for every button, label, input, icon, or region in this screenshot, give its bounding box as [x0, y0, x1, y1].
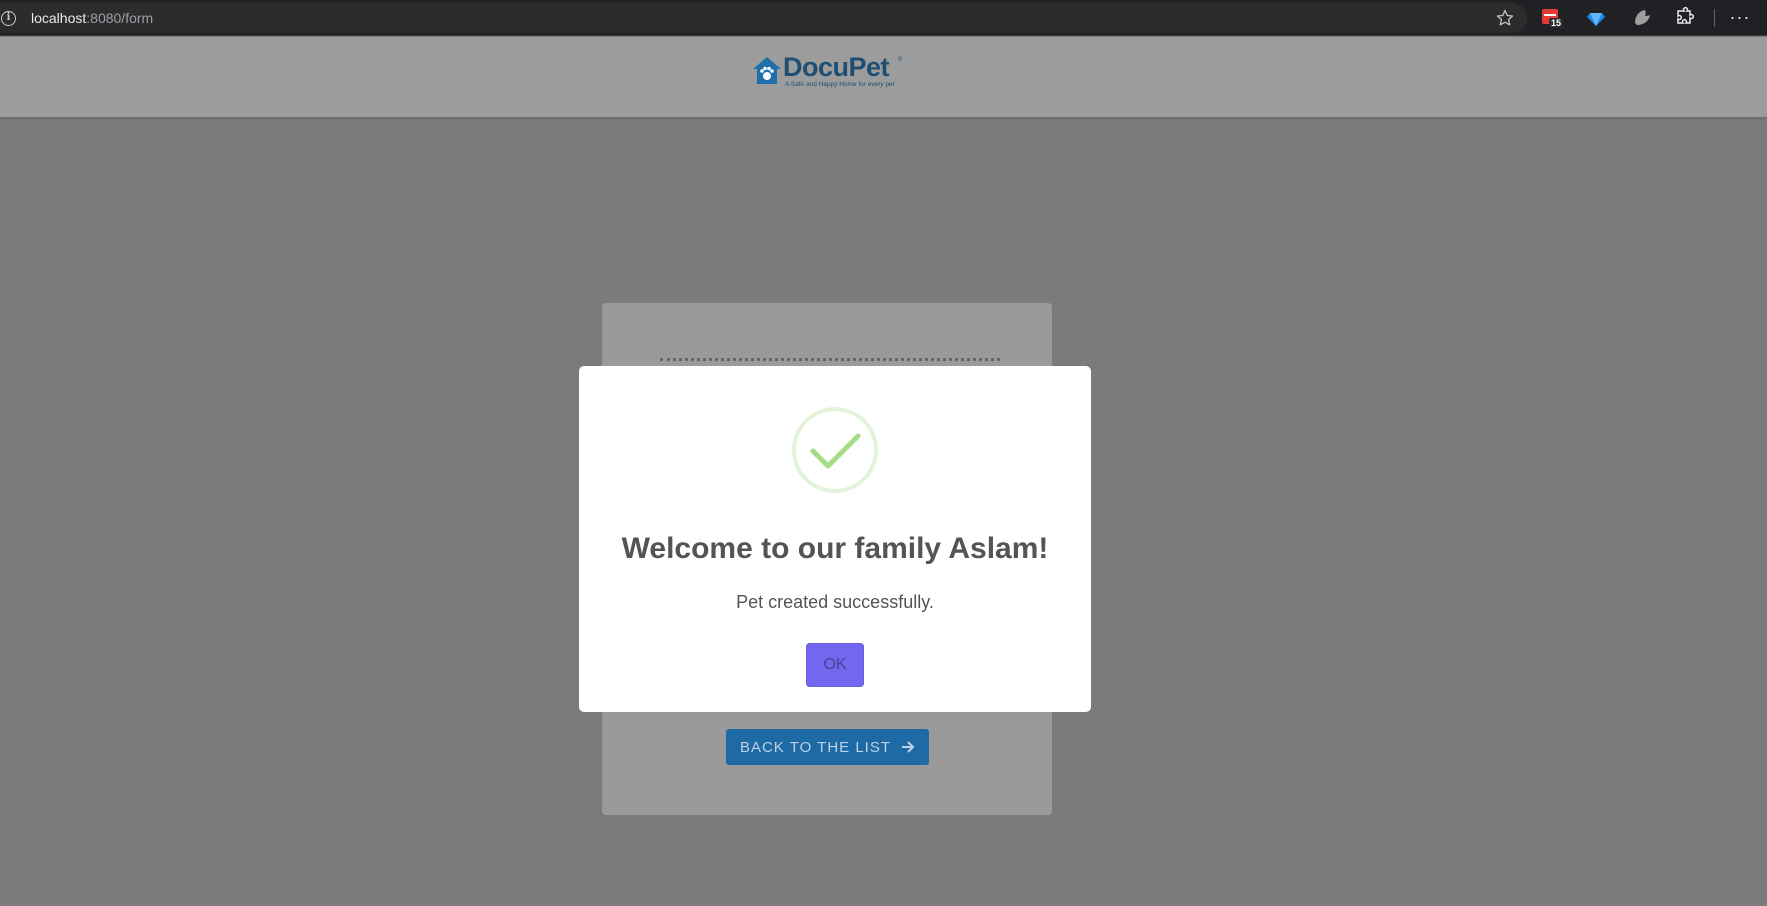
calendar-extension-icon[interactable]: 15 [1540, 6, 1564, 30]
trademark-icon: ® [898, 57, 903, 63]
url-text[interactable]: localhost:8080/form [31, 10, 153, 26]
browser-toolbar: i localhost:8080/form 15 ··· [0, 0, 1767, 36]
gem-extension-icon[interactable] [1584, 6, 1608, 30]
success-check-icon [792, 407, 878, 493]
more-menu-icon[interactable]: ··· [1728, 6, 1752, 30]
back-to-list-label: BACK TO THE LIST [739, 738, 892, 756]
toolbar-divider [1714, 9, 1715, 27]
dialog-message: Pet created successfully. [736, 592, 934, 612]
extensions-puzzle-icon[interactable] [1672, 6, 1696, 30]
docupet-logo[interactable]: DocuPet ® A Safe and Happy Home for ever… [751, 52, 903, 93]
app-header: DocuPet ® A Safe and Happy Home for ever… [0, 37, 1767, 117]
arrow-right-icon [902, 741, 915, 753]
address-bar[interactable]: i localhost:8080/form [0, 3, 1527, 33]
success-dialog: Welcome to our family Aslam! Pet created… [579, 366, 1091, 712]
extension-badge: 15 [1551, 18, 1562, 28]
back-to-list-button[interactable]: BACK TO THE LIST [726, 729, 929, 765]
ok-button[interactable]: OK [806, 643, 864, 687]
dialog-title: Welcome to our family Aslam! [621, 532, 1049, 565]
logo-title: DocuPet [783, 52, 890, 82]
url-host: localhost [31, 10, 87, 26]
bookmark-star-icon[interactable] [1495, 8, 1515, 28]
card-heading-obscured [660, 358, 1000, 364]
feather-extension-icon[interactable] [1628, 6, 1652, 30]
house-paw-icon [753, 57, 781, 84]
site-info-icon[interactable]: i [1, 10, 16, 26]
logo-tagline: A Safe and Happy Home for every pet [785, 81, 895, 88]
url-path: :8080/form [86, 10, 154, 26]
